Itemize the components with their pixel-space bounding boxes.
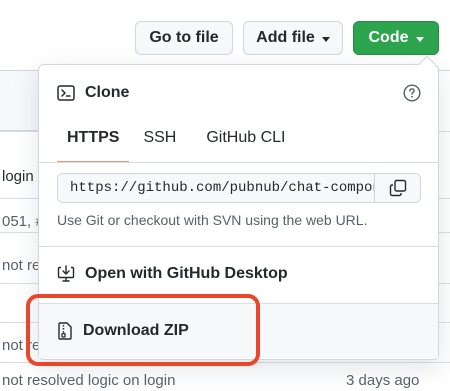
- add-file-label: Add file: [256, 29, 315, 46]
- commit-message-fragment[interactable]: login: [2, 168, 34, 185]
- copy-url-button[interactable]: [374, 174, 420, 202]
- clone-url-hint: Use Git or checkout with SVN using the w…: [57, 212, 368, 228]
- question-icon[interactable]: [403, 84, 421, 102]
- caret-down-icon: [415, 36, 424, 42]
- clone-title: Clone: [85, 84, 130, 101]
- commit-message[interactable]: not resolved logic on login: [2, 372, 175, 389]
- go-to-file-label: Go to file: [149, 29, 219, 46]
- desktop-download-icon: [57, 265, 75, 283]
- go-to-file-button[interactable]: Go to file: [135, 21, 233, 55]
- open-with-github-desktop-label: Open with GitHub Desktop: [85, 265, 288, 282]
- commit-message-fragment[interactable]: not re: [2, 257, 40, 274]
- code-label: Code: [368, 29, 409, 46]
- commit-date: 3 days ago: [346, 372, 420, 389]
- repo-toolbar: Go to file Add file Code: [0, 0, 450, 70]
- tab-https[interactable]: HTTPS: [57, 129, 130, 163]
- copy-icon: [389, 179, 407, 197]
- code-button[interactable]: Code: [353, 21, 439, 55]
- open-with-github-desktop-item[interactable]: Open with GitHub Desktop: [39, 247, 438, 301]
- clone-header: Clone: [57, 84, 129, 102]
- add-file-button[interactable]: Add file: [243, 21, 343, 55]
- clone-tabs: HTTPS SSH GitHub CLI: [57, 129, 296, 163]
- tab-ssh[interactable]: SSH: [133, 129, 186, 163]
- file-list-header: [0, 71, 40, 131]
- clone-url-input[interactable]: https://github.com/pubnub/chat-component…: [58, 174, 374, 202]
- tab-github-cli[interactable]: GitHub CLI: [196, 129, 295, 163]
- terminal-icon: [57, 85, 75, 101]
- tabs-divider: [39, 162, 438, 163]
- download-zip-highlight: [26, 294, 260, 366]
- caret-down-icon: [321, 36, 330, 42]
- clone-url-group: https://github.com/pubnub/chat-component…: [57, 173, 421, 203]
